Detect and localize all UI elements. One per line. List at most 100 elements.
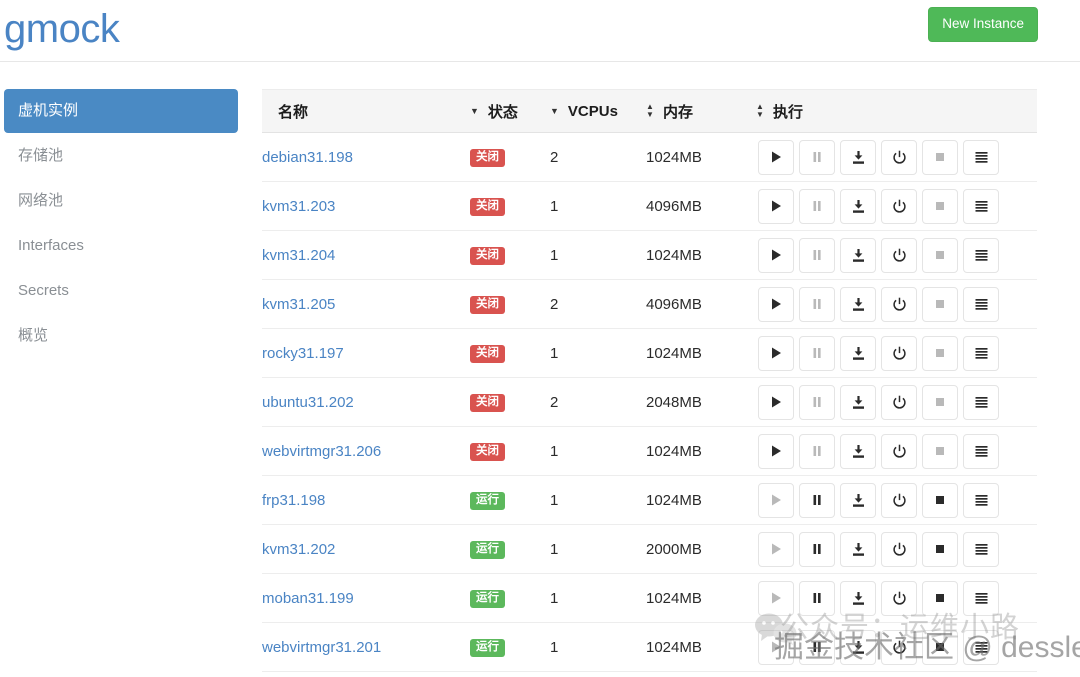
- menu-button[interactable]: [963, 335, 999, 371]
- status-badge: 运行: [470, 540, 505, 560]
- menu-button[interactable]: [963, 188, 999, 224]
- snapshot-button[interactable]: [840, 384, 876, 420]
- play-button[interactable]: [758, 531, 794, 567]
- play-icon: [769, 346, 783, 360]
- stop-button[interactable]: [922, 188, 958, 224]
- instance-link[interactable]: moban31.199: [262, 590, 354, 607]
- snapshot-button[interactable]: [840, 139, 876, 175]
- pause-button[interactable]: [799, 580, 835, 616]
- menu-button[interactable]: [963, 433, 999, 469]
- stop-button[interactable]: [922, 482, 958, 518]
- menu-button[interactable]: [963, 286, 999, 322]
- snapshot-button[interactable]: [840, 580, 876, 616]
- stop-button[interactable]: [922, 286, 958, 322]
- snapshot-button[interactable]: [840, 286, 876, 322]
- play-button[interactable]: [758, 629, 794, 665]
- stop-button[interactable]: [922, 139, 958, 175]
- pause-button[interactable]: [799, 335, 835, 371]
- snapshot-button[interactable]: [840, 335, 876, 371]
- sidebar-item-1[interactable]: 存储池: [4, 134, 238, 178]
- cell-actions: [756, 475, 1037, 525]
- play-button[interactable]: [758, 335, 794, 371]
- column-header-vcpus[interactable]: ▼ VCPUs: [550, 89, 646, 133]
- pause-button[interactable]: [799, 433, 835, 469]
- sort-updown-icon[interactable]: ▲ ▼: [646, 103, 654, 119]
- new-instance-button[interactable]: New Instance: [928, 7, 1038, 42]
- instance-link[interactable]: debian31.198: [262, 149, 353, 166]
- column-header-name[interactable]: 名称: [262, 89, 470, 133]
- app-logo[interactable]: gmock: [4, 5, 120, 53]
- stop-button[interactable]: [922, 580, 958, 616]
- stop-button[interactable]: [922, 531, 958, 567]
- snapshot-button[interactable]: [840, 237, 876, 273]
- sidebar-item-5[interactable]: 概览: [4, 314, 238, 358]
- power-button[interactable]: [881, 384, 917, 420]
- pause-button[interactable]: [799, 139, 835, 175]
- pause-button[interactable]: [799, 629, 835, 665]
- play-button[interactable]: [758, 384, 794, 420]
- stop-button[interactable]: [922, 629, 958, 665]
- pause-button[interactable]: [799, 531, 835, 567]
- snapshot-button[interactable]: [840, 531, 876, 567]
- menu-button[interactable]: [963, 237, 999, 273]
- menu-button[interactable]: [963, 629, 999, 665]
- pause-button[interactable]: [799, 237, 835, 273]
- sidebar-item-2[interactable]: 网络池: [4, 179, 238, 223]
- instance-link[interactable]: webvirtmgr31.206: [262, 443, 381, 460]
- menu-button[interactable]: [963, 139, 999, 175]
- cell-actions: [756, 622, 1037, 672]
- play-button[interactable]: [758, 482, 794, 518]
- power-button[interactable]: [881, 531, 917, 567]
- menu-button[interactable]: [963, 531, 999, 567]
- pause-button[interactable]: [799, 286, 835, 322]
- pause-button[interactable]: [799, 384, 835, 420]
- instance-link[interactable]: rocky31.197: [262, 345, 344, 362]
- play-button[interactable]: [758, 188, 794, 224]
- power-button[interactable]: [881, 580, 917, 616]
- column-header-memory[interactable]: ▲ ▼ 内存: [646, 89, 756, 133]
- sidebar-item-4[interactable]: Secrets: [4, 269, 238, 313]
- snapshot-button[interactable]: [840, 629, 876, 665]
- instance-link[interactable]: frp31.198: [262, 492, 325, 509]
- pause-button[interactable]: [799, 482, 835, 518]
- power-button[interactable]: [881, 433, 917, 469]
- snapshot-button[interactable]: [840, 482, 876, 518]
- snapshot-button[interactable]: [840, 433, 876, 469]
- menu-icon: [974, 444, 989, 458]
- action-button-group: [756, 139, 1037, 175]
- play-button[interactable]: [758, 139, 794, 175]
- power-button[interactable]: [881, 286, 917, 322]
- snapshot-button[interactable]: [840, 188, 876, 224]
- instance-link[interactable]: kvm31.202: [262, 541, 335, 558]
- pause-button[interactable]: [799, 188, 835, 224]
- power-button[interactable]: [881, 482, 917, 518]
- play-button[interactable]: [758, 286, 794, 322]
- instance-link[interactable]: webvirtmgr31.201: [262, 639, 381, 656]
- instance-link[interactable]: kvm31.204: [262, 247, 335, 264]
- instance-link[interactable]: ubuntu31.202: [262, 394, 354, 411]
- power-button[interactable]: [881, 188, 917, 224]
- sidebar-item-3[interactable]: Interfaces: [4, 224, 238, 268]
- play-button[interactable]: [758, 580, 794, 616]
- column-header-status[interactable]: ▼ 状态: [470, 89, 550, 133]
- stop-button[interactable]: [922, 335, 958, 371]
- stop-button[interactable]: [922, 237, 958, 273]
- top-bar: gmock New Instance: [0, 0, 1080, 62]
- power-button[interactable]: [881, 139, 917, 175]
- instance-link[interactable]: kvm31.205: [262, 296, 335, 313]
- stop-button[interactable]: [922, 384, 958, 420]
- sidebar-item-0[interactable]: 虚机实例: [4, 89, 238, 133]
- sort-caret-down-icon[interactable]: ▼: [470, 106, 479, 116]
- play-button[interactable]: [758, 433, 794, 469]
- power-button[interactable]: [881, 629, 917, 665]
- instance-link[interactable]: kvm31.203: [262, 198, 335, 215]
- sort-caret-down-icon[interactable]: ▼: [550, 106, 559, 116]
- stop-button[interactable]: [922, 433, 958, 469]
- menu-button[interactable]: [963, 384, 999, 420]
- menu-button[interactable]: [963, 580, 999, 616]
- power-button[interactable]: [881, 237, 917, 273]
- power-button[interactable]: [881, 335, 917, 371]
- sort-updown-icon[interactable]: ▲ ▼: [756, 103, 764, 119]
- menu-button[interactable]: [963, 482, 999, 518]
- play-button[interactable]: [758, 237, 794, 273]
